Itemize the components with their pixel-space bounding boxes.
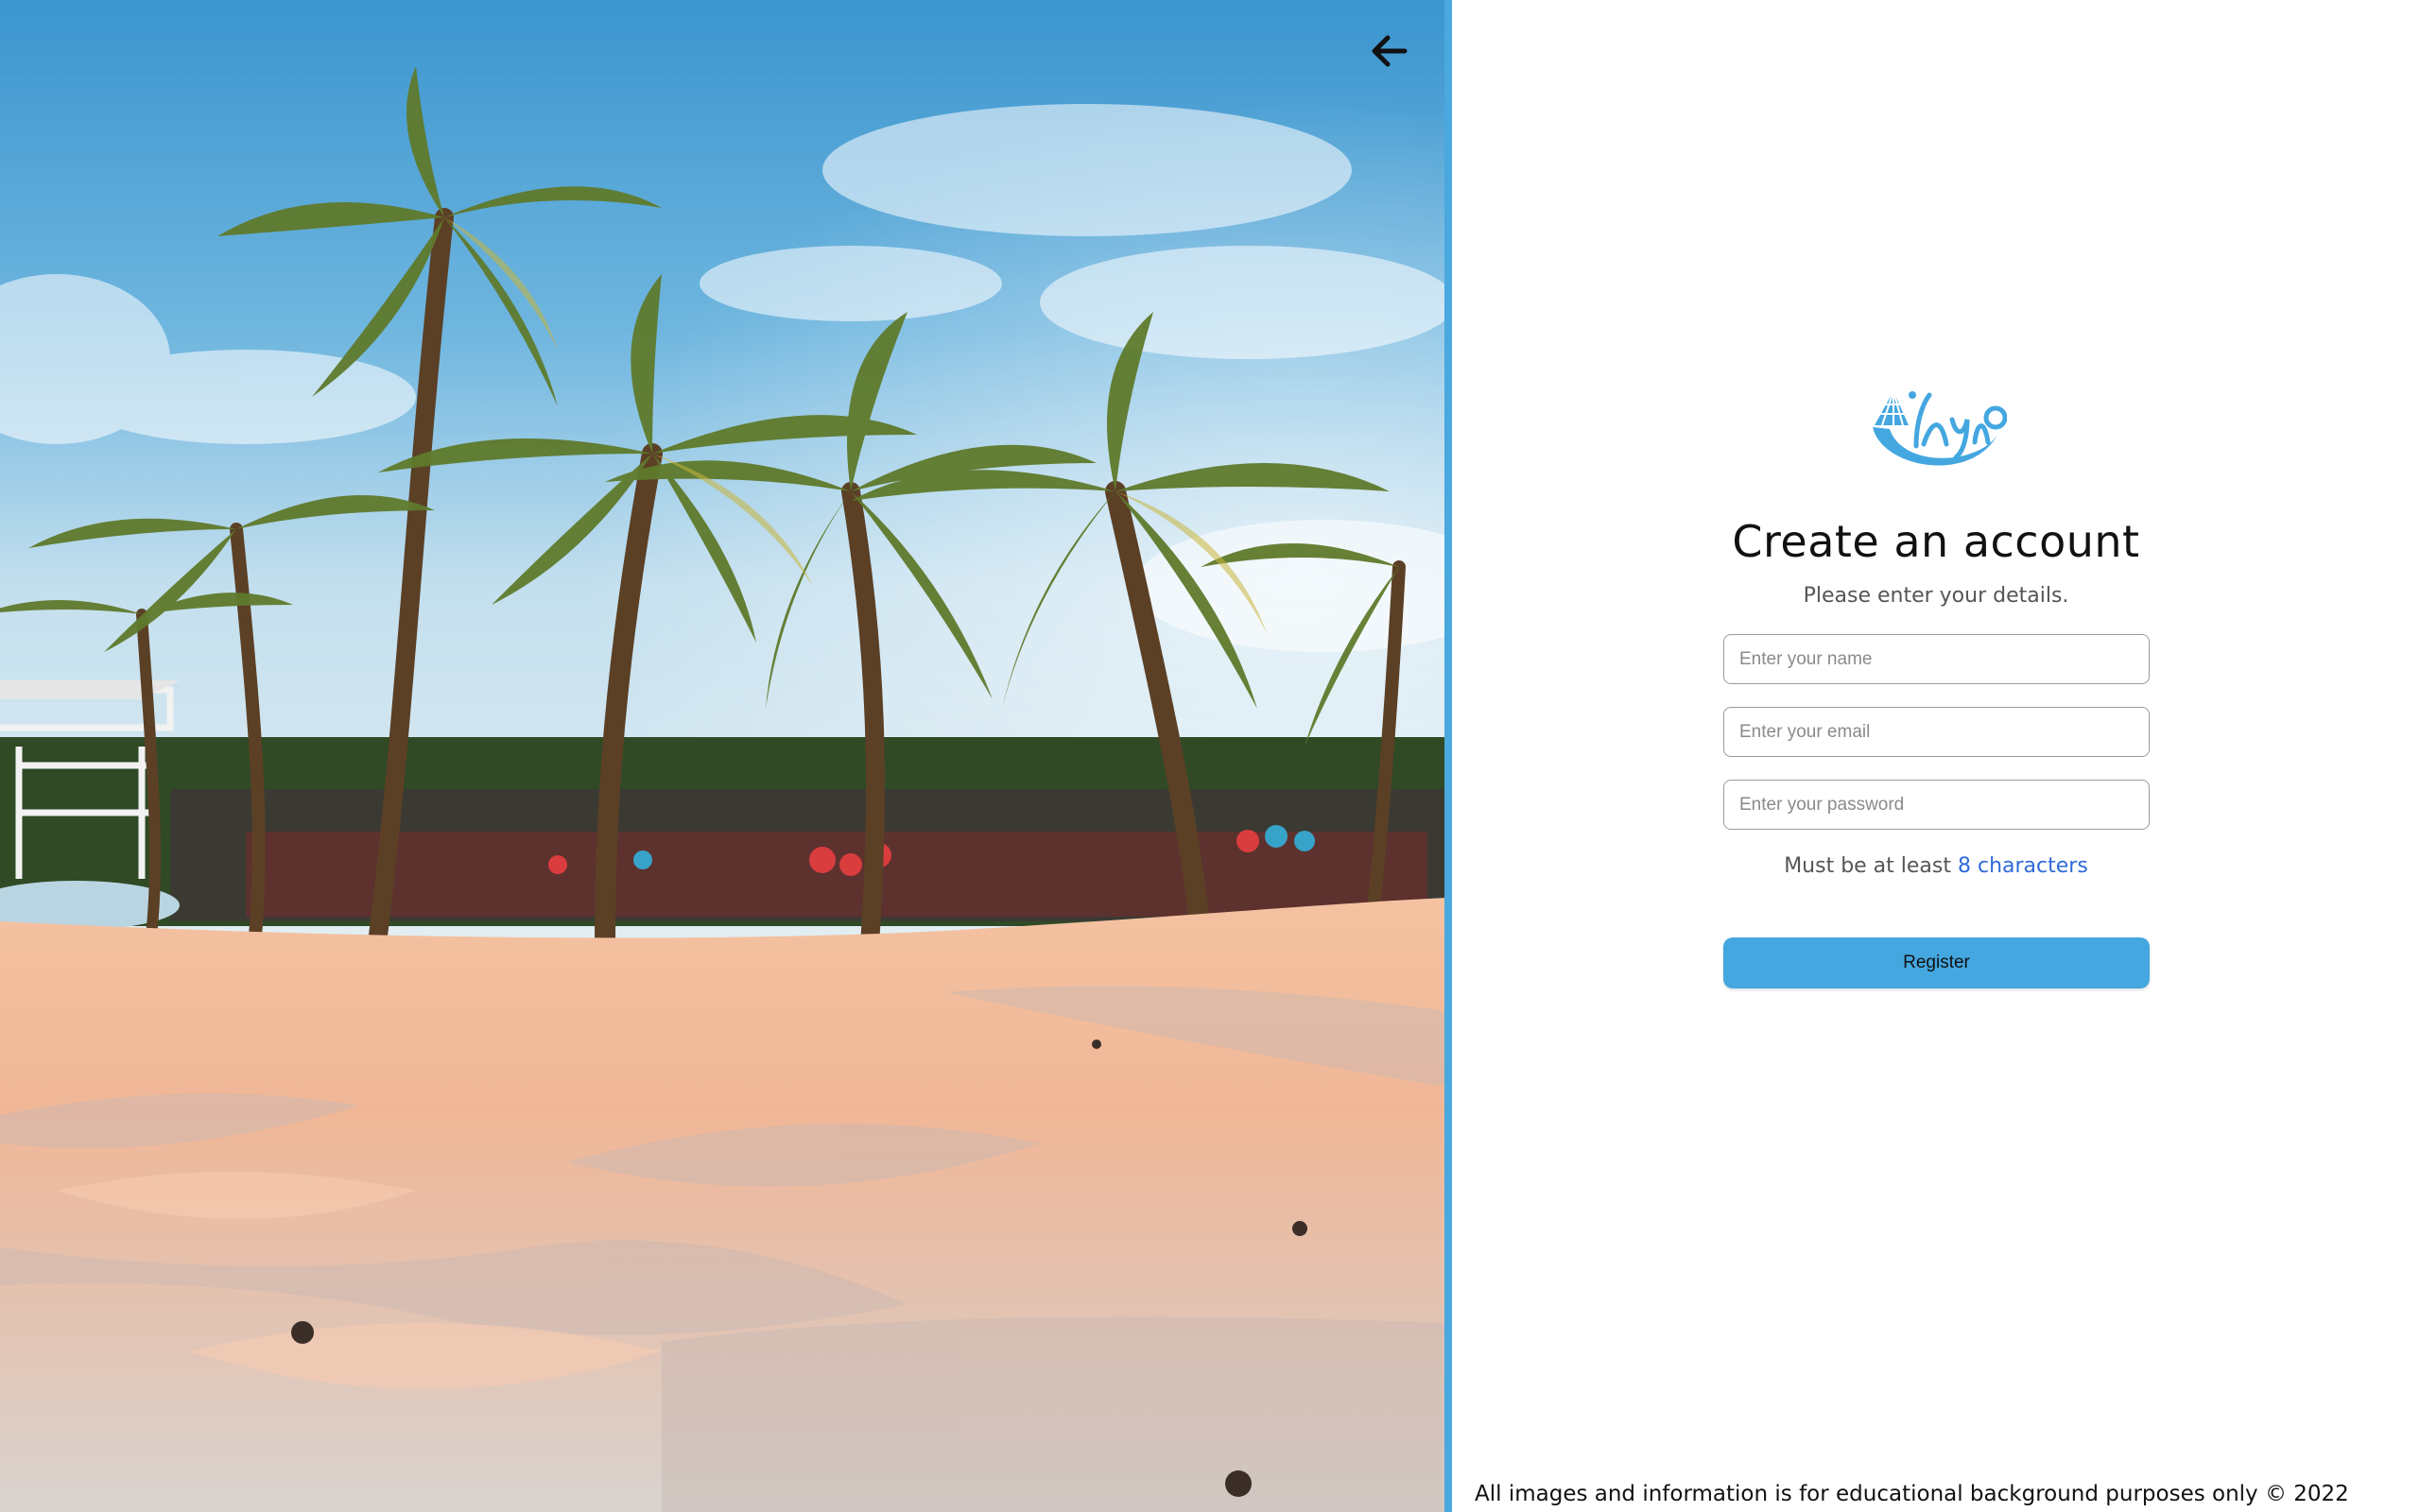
email-input[interactable] bbox=[1723, 707, 2150, 757]
password-hint-text: Must be at least bbox=[1784, 854, 1958, 878]
register-panel: Create an account Please enter your deta… bbox=[1452, 0, 2420, 1512]
footer-disclaimer: All images and information is for educat… bbox=[1475, 1482, 2349, 1506]
boat-wave-logo-icon bbox=[1873, 390, 2008, 466]
beach-scene-illustration bbox=[0, 0, 1446, 1512]
page-subtitle: Please enter your details. bbox=[1803, 584, 2069, 608]
password-input[interactable] bbox=[1723, 780, 2150, 830]
back-button[interactable] bbox=[1371, 34, 1427, 87]
hero-image bbox=[0, 0, 1446, 1512]
password-hint: Must be at least 8 characters bbox=[1452, 854, 2420, 878]
name-input[interactable] bbox=[1723, 634, 2150, 684]
page-title: Create an account bbox=[1732, 516, 2140, 567]
register-button[interactable]: Register bbox=[1723, 937, 2150, 988]
panel-divider bbox=[1444, 0, 1452, 1512]
brand-logo bbox=[1865, 378, 2008, 484]
arrow-left-icon bbox=[1372, 35, 1408, 67]
password-hint-requirement: 8 characters bbox=[1958, 854, 2088, 878]
